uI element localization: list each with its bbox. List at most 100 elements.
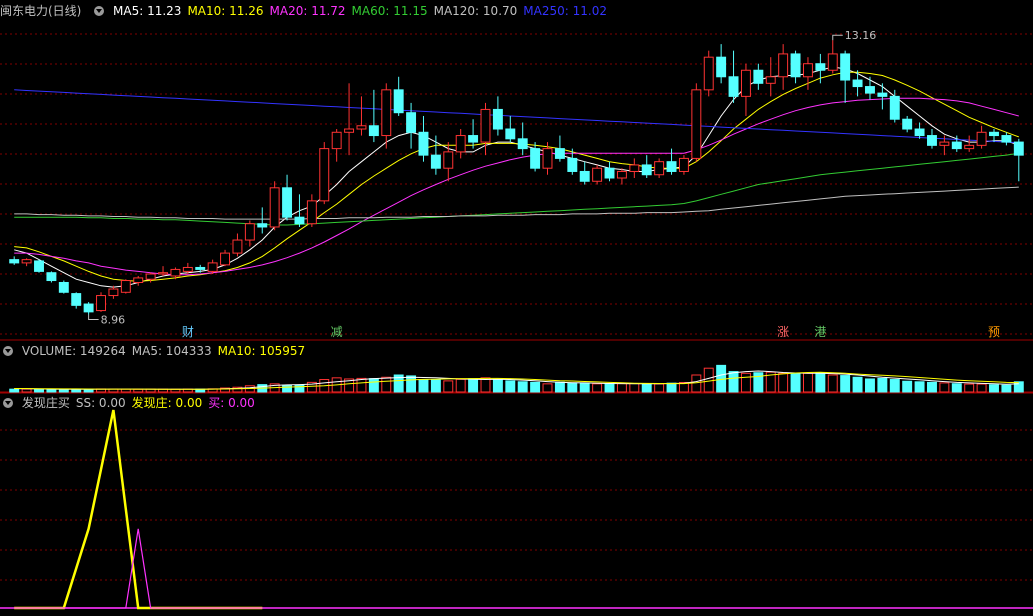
- stock-chart: 13.16 8.96 财 减 涨 港 预 闽东电力(日线) MA5: 11.23 MA10:…: [0, 0, 1033, 613]
- candle-body: [406, 112, 417, 133]
- candle-body: [1001, 135, 1012, 143]
- candle-body: [951, 141, 962, 150]
- volume-bar: [133, 388, 144, 393]
- candle-body: [232, 239, 243, 254]
- candle-body: [542, 148, 553, 169]
- volume-bar: [902, 380, 913, 393]
- candle-body: [840, 53, 851, 81]
- candle-body: [294, 216, 305, 225]
- event-tag: 涨: [777, 324, 789, 339]
- volume-bar: [592, 383, 603, 393]
- candle-body: [96, 295, 106, 312]
- volume-bar: [468, 378, 479, 393]
- candle-body: [381, 89, 392, 137]
- candle-body: [604, 167, 615, 179]
- candle-body: [902, 118, 913, 130]
- candle-body: [753, 69, 764, 84]
- candle-body: [282, 187, 293, 218]
- candle-body: [393, 89, 404, 114]
- volume-bar: [815, 372, 826, 393]
- price-panel-header: 闽东电力(日线) MA5: 11.23 MA10: 11.26 MA20: 11.7…: [0, 3, 613, 19]
- candle-body: [530, 148, 541, 169]
- collapse-icon[interactable]: [3, 346, 13, 356]
- volume-bar: [964, 383, 975, 393]
- volume-bar: [356, 377, 367, 393]
- collapse-icon[interactable]: [94, 6, 105, 16]
- candle-body: [158, 272, 168, 275]
- volume-bar: [579, 383, 590, 393]
- volume-indicator-1: MA5: 104333: [131, 344, 212, 358]
- signal-panel-header: 发现庄买 SS: 0.00 发现庄: 0.00 买: 0.00: [0, 395, 261, 411]
- price-indicator-4: MA120: 10.70: [433, 4, 518, 18]
- volume-bar: [418, 379, 429, 393]
- candle-body: [1013, 141, 1024, 156]
- candle-body: [418, 131, 429, 156]
- candle-body: [567, 157, 578, 172]
- event-tag: 港: [814, 325, 826, 339]
- signal-indicator-1: SS: 0.00: [75, 396, 126, 410]
- signal-indicator-3: 买: 0.00: [208, 396, 255, 410]
- candle-body: [666, 161, 677, 172]
- volume-bar: [554, 381, 565, 393]
- volume-bar: [790, 373, 801, 393]
- collapse-icon[interactable]: [3, 398, 13, 408]
- candle-body: [790, 53, 801, 78]
- stock-title: 闽东电力(日线): [0, 4, 82, 18]
- volume-bar: [865, 378, 875, 393]
- candle-body: [108, 288, 119, 297]
- price-indicator-0: MA5: 11.23: [113, 4, 182, 18]
- price-indicators: MA5: 11.23 MA10: 11.26 MA20: 11.72 MA60: 11…: [113, 4, 613, 18]
- volume-bar: [282, 384, 293, 393]
- candle-body: [976, 131, 987, 146]
- volume-bar: [381, 376, 392, 393]
- ma-line-ma10: [14, 71, 1019, 282]
- candle-body: [802, 63, 813, 78]
- volume-bar: [455, 378, 466, 393]
- volume-bar: [1001, 384, 1012, 393]
- candle-body: [778, 53, 789, 78]
- candle-body: [989, 131, 999, 137]
- volume-bar: [58, 388, 69, 393]
- price-indicator-2: MA20: 11.72: [269, 4, 346, 18]
- volume-panel-header: VOLUME: 149264 MA5: 104333 MA10: 105957: [0, 343, 311, 359]
- candle-body: [815, 63, 826, 71]
- candle-body: [207, 262, 218, 272]
- low-marker-line: [88, 314, 99, 320]
- volume-indicators: VOLUME: 149264 MA5: 104333 MA10: 105957: [22, 344, 311, 358]
- volume-indicator-0: VOLUME: 149264: [21, 344, 126, 358]
- volume-bar: [778, 372, 789, 393]
- candle-body: [468, 135, 479, 143]
- candle-body: [765, 76, 776, 84]
- volume-bar: [989, 384, 999, 393]
- volume-bar: [530, 381, 541, 393]
- volume-bar: [666, 382, 677, 393]
- candle-body: [133, 277, 144, 283]
- candle-body: [492, 108, 503, 130]
- candle-body: [368, 125, 379, 137]
- volume-bar: [430, 379, 441, 393]
- signal-lines: [14, 409, 263, 610]
- price-indicator-3: MA60: 11.15: [351, 4, 428, 18]
- volume-bar: [827, 374, 838, 393]
- candle-body: [220, 252, 231, 266]
- candle-body: [852, 79, 863, 88]
- low-marker-label: 8.96: [101, 313, 126, 326]
- ma-lines: [14, 66, 1019, 288]
- ma-line-ma20: [14, 97, 1019, 276]
- candle-body: [9, 259, 20, 264]
- candle-body: [182, 266, 193, 272]
- volume-bar: [505, 380, 516, 393]
- volume-bar: [542, 383, 553, 393]
- candle-body: [71, 293, 82, 306]
- candle-body: [641, 164, 652, 176]
- candle-body: [244, 223, 255, 241]
- candle-body: [46, 272, 57, 282]
- chart-canvas: 13.16 8.96 财 减 涨 港 预: [0, 29, 1033, 610]
- volume-bar: [852, 376, 863, 393]
- volume-bar: [951, 383, 962, 393]
- candle-body: [728, 76, 739, 97]
- volume-bars: [9, 364, 1024, 393]
- candle-body: [430, 154, 441, 169]
- candle-body: [145, 273, 156, 280]
- candle-body: [629, 164, 640, 172]
